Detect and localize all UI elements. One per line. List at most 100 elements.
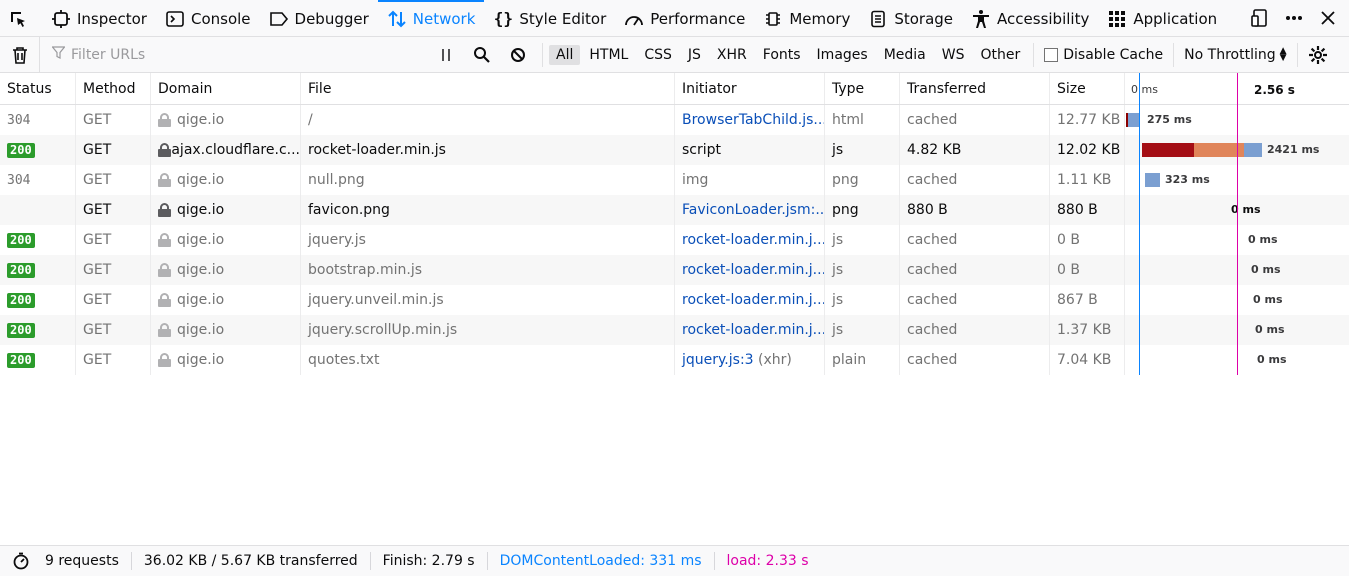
status-cell: 200 <box>0 285 76 315</box>
filter-js[interactable]: JS <box>681 45 708 65</box>
filter-other[interactable]: Other <box>973 45 1027 65</box>
type-cell: js <box>825 315 900 345</box>
tab-application[interactable]: Application <box>1098 0 1226 37</box>
table-row[interactable]: GET qige.io favicon.png FaviconLoader.jsm:.… <box>0 195 1349 225</box>
transferred-cell: cached <box>900 225 1050 255</box>
table-row[interactable]: 200 GET qige.io quotes.txt jquery.js:3 (xhr)… <box>0 345 1349 375</box>
column-header-type[interactable]: Type <box>825 73 900 104</box>
responsive-design-button[interactable] <box>1245 3 1275 33</box>
size-cell: 1.37 KB <box>1050 315 1125 345</box>
filter-images[interactable]: Images <box>810 45 875 65</box>
application-icon <box>1107 9 1127 29</box>
tab-storage[interactable]: Storage <box>859 0 962 37</box>
performance-analysis-button[interactable]: 9 requests <box>0 552 132 570</box>
initiator-link[interactable]: FaviconLoader.jsm:... <box>682 202 824 218</box>
initiator-link[interactable]: rocket-loader.min.j... <box>682 292 824 308</box>
column-header-transferred[interactable]: Transferred <box>900 73 1050 104</box>
status-cell: 200 <box>0 345 76 375</box>
domain-cell: qige.io <box>151 345 301 375</box>
load-marker <box>1237 73 1238 375</box>
table-header: Status Method Domain File Initiator Type… <box>0 73 1349 105</box>
block-icon <box>511 47 525 62</box>
table-row[interactable]: 304 GET qige.io null.png img png cached 1.11 KB… <box>0 165 1349 195</box>
search-button[interactable] <box>466 43 498 67</box>
initiator-cell: FaviconLoader.jsm:... <box>675 195 825 225</box>
timing-label: 0 ms <box>1251 263 1281 276</box>
tab-performance[interactable]: Performance <box>615 0 754 37</box>
storage-icon <box>868 9 888 29</box>
column-header-method[interactable]: Method <box>76 73 151 104</box>
tab-debugger[interactable]: Debugger <box>260 0 378 37</box>
tab-inspector[interactable]: Inspector <box>42 0 156 37</box>
file-cell: bootstrap.min.js <box>301 255 675 285</box>
tab-label: Memory <box>789 9 851 28</box>
disable-cache-toggle[interactable]: Disable Cache <box>1034 42 1175 67</box>
transferred-cell: 880 B <box>900 195 1050 225</box>
file-cell: rocket-loader.min.js <box>301 135 675 165</box>
column-header-file[interactable]: File <box>301 73 675 104</box>
tab-network[interactable]: Network <box>377 0 485 37</box>
lock-icon <box>158 293 171 307</box>
table-row[interactable]: 200 GET qige.io jquery.scrollUp.min.js rocke… <box>0 315 1349 345</box>
file-cell: quotes.txt <box>301 345 675 375</box>
element-picker-icon <box>8 9 28 29</box>
initiator-link[interactable]: jquery.js:3 <box>682 352 754 368</box>
close-button[interactable] <box>1313 3 1343 33</box>
lock-icon <box>158 353 171 367</box>
table-row[interactable]: 200 GET qige.io bootstrap.min.js rocket-load… <box>0 255 1349 285</box>
lock-icon <box>158 323 171 337</box>
initiator-link[interactable]: rocket-loader.min.j... <box>682 232 824 248</box>
domain-text: qige.io <box>177 262 225 278</box>
column-header-status[interactable]: Status <box>0 73 76 104</box>
initiator-link[interactable]: BrowserTabChild.js... <box>682 112 824 128</box>
table-row[interactable]: 304 GET qige.io / BrowserTabChild.js... html c… <box>0 105 1349 135</box>
initiator-cell: script <box>675 135 825 165</box>
disable-cache-checkbox[interactable] <box>1044 47 1059 62</box>
column-header-size[interactable]: Size <box>1050 73 1125 104</box>
accessibility-icon <box>971 9 991 29</box>
domain-text: qige.io <box>177 322 225 338</box>
tab-label: Network <box>412 9 476 28</box>
tab-memory[interactable]: Memory <box>754 0 859 37</box>
column-header-domain[interactable]: Domain <box>151 73 301 104</box>
initiator-text: script <box>682 142 722 158</box>
throttling-select[interactable]: No Throttling ▲ ▼ <box>1174 42 1298 67</box>
timing-label: 0 ms <box>1257 353 1287 366</box>
stopwatch-icon <box>13 552 29 570</box>
filter-fonts[interactable]: Fonts <box>756 45 808 65</box>
transferred-cell: cached <box>900 285 1050 315</box>
table-row[interactable]: 200 GET ajax.cloudflare.c... rocket-loader.… <box>0 135 1349 165</box>
domcontentloaded-marker <box>1139 73 1140 375</box>
file-cell: jquery.scrollUp.min.js <box>301 315 675 345</box>
initiator-link[interactable]: rocket-loader.min.j... <box>682 262 824 278</box>
domain-cell: qige.io <box>151 105 301 135</box>
requests-table: Status Method Domain File Initiator Type… <box>0 73 1349 375</box>
status-code: 304 <box>7 112 31 128</box>
filter-all[interactable]: All <box>549 44 581 65</box>
initiator-cause: (xhr) <box>753 352 792 368</box>
size-cell: 867 B <box>1050 285 1125 315</box>
block-requests-button[interactable] <box>502 43 534 67</box>
status-cell: 200 <box>0 225 76 255</box>
element-picker-button[interactable] <box>0 0 42 37</box>
filter-xhr[interactable]: XHR <box>710 45 754 65</box>
clear-button[interactable] <box>0 36 40 73</box>
table-row[interactable]: 200 GET qige.io jquery.unveil.min.js rocket-… <box>0 285 1349 315</box>
column-header-initiator[interactable]: Initiator <box>675 73 825 104</box>
more-options-button[interactable] <box>1279 3 1309 33</box>
filter-urls-input[interactable] <box>71 46 411 63</box>
table-row[interactable]: 200 GET qige.io jquery.js rocket-loader.min.… <box>0 225 1349 255</box>
filter-css[interactable]: CSS <box>637 45 679 65</box>
network-settings-button[interactable] <box>1298 45 1338 65</box>
tab-console[interactable]: Console <box>156 0 260 37</box>
tab-style-editor[interactable]: {} Style Editor <box>484 0 615 37</box>
domain-text: qige.io <box>177 292 225 308</box>
initiator-link[interactable]: rocket-loader.min.j... <box>682 322 824 338</box>
filter-ws[interactable]: WS <box>935 45 972 65</box>
toolbox-controls <box>1245 0 1349 36</box>
pause-button[interactable] <box>430 43 462 67</box>
filter-html[interactable]: HTML <box>582 45 635 65</box>
filter-media[interactable]: Media <box>877 45 933 65</box>
method-cell: GET <box>76 105 151 135</box>
tab-accessibility[interactable]: Accessibility <box>962 0 1098 37</box>
